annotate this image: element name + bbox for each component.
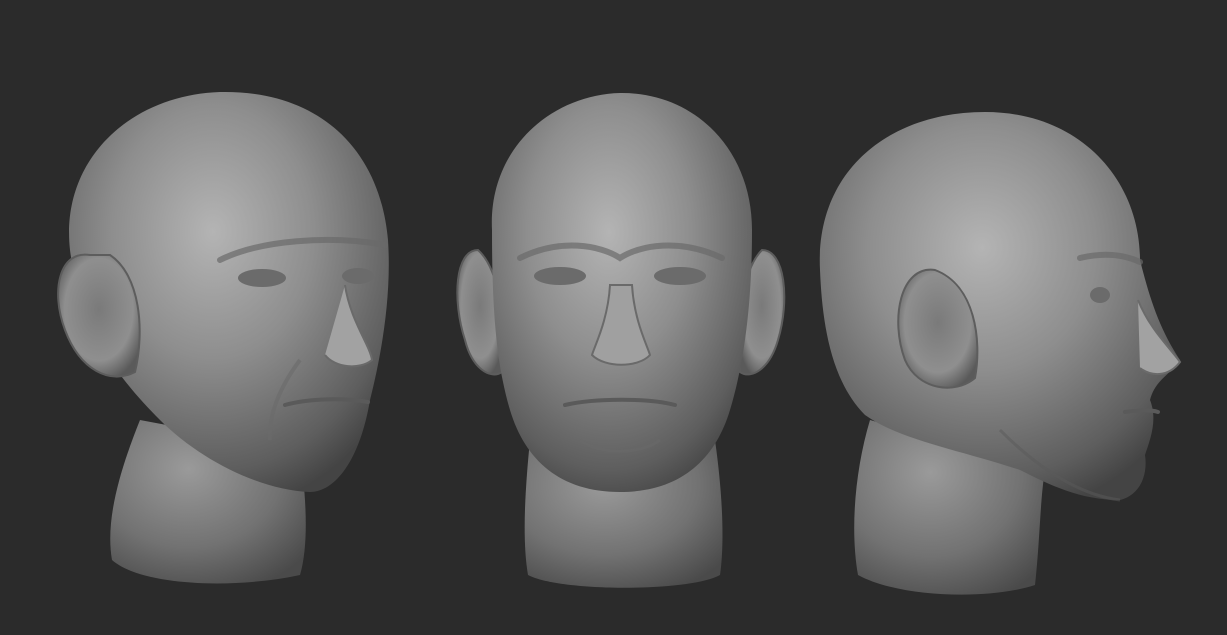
head-three-quarter-view <box>57 91 389 584</box>
head-front-view <box>456 92 786 588</box>
ear <box>57 253 141 378</box>
sculpt-viewport <box>0 0 1227 635</box>
eye <box>1090 287 1110 303</box>
eye-right <box>342 268 374 284</box>
render-canvas <box>57 91 1182 595</box>
eye-left <box>238 269 286 287</box>
mouth <box>1123 408 1160 414</box>
eye-left <box>534 267 586 285</box>
head-profile-view <box>819 112 1182 595</box>
eye-right <box>654 267 706 285</box>
